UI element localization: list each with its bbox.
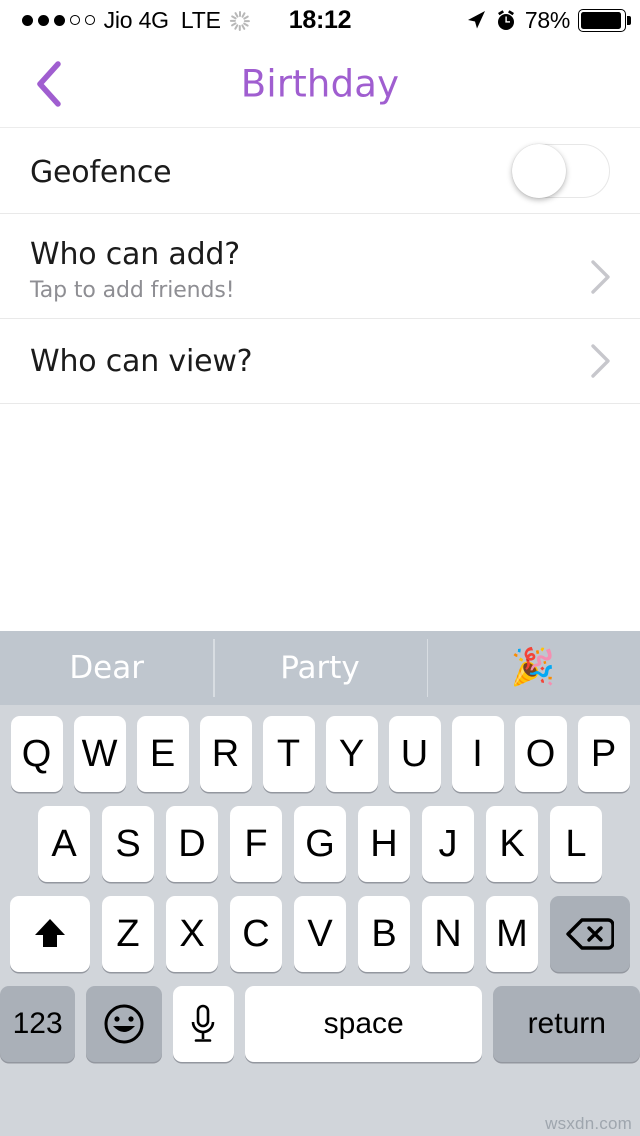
key-v[interactable]: V xyxy=(294,896,346,972)
key-o[interactable]: O xyxy=(514,716,567,792)
shift-arrow-icon xyxy=(35,919,65,947)
geofence-toggle[interactable] xyxy=(512,143,610,198)
battery-percent-label: 78% xyxy=(524,6,570,33)
space-key[interactable]: space xyxy=(244,986,483,1062)
smiley-face-icon xyxy=(104,1004,144,1044)
key-a[interactable]: A xyxy=(38,806,90,882)
chevron-right-icon xyxy=(588,342,614,380)
key-e[interactable]: E xyxy=(136,716,189,792)
keyboard-row-2: A S D F G H J K L xyxy=(0,806,640,882)
settings-row-who-can-add[interactable]: Who can add? Tap to add friends! xyxy=(0,214,640,319)
toggle-knob xyxy=(512,143,566,198)
key-x[interactable]: X xyxy=(166,896,218,972)
microphone-icon xyxy=(191,1004,215,1042)
backspace-delete-icon xyxy=(566,918,614,950)
dictation-key[interactable] xyxy=(172,986,234,1062)
geofence-label: Geofence xyxy=(30,155,172,190)
key-w[interactable]: W xyxy=(73,716,126,792)
key-i[interactable]: I xyxy=(451,716,504,792)
key-p[interactable]: P xyxy=(577,716,630,792)
location-arrow-icon xyxy=(465,9,487,31)
backspace-key[interactable] xyxy=(550,896,630,972)
numbers-key[interactable]: 123 xyxy=(0,986,76,1062)
settings-row-who-can-view[interactable]: Who can view? xyxy=(0,319,640,404)
navigation-bar: Birthday xyxy=(0,40,640,128)
key-r[interactable]: R xyxy=(199,716,252,792)
key-u[interactable]: U xyxy=(388,716,441,792)
chevron-right-icon xyxy=(588,258,614,296)
key-q[interactable]: Q xyxy=(10,716,63,792)
emoji-key[interactable] xyxy=(86,986,162,1062)
prediction-3-emoji[interactable]: 🎉 xyxy=(426,631,640,705)
page-title: Birthday xyxy=(240,62,400,105)
key-m[interactable]: M xyxy=(486,896,538,972)
on-screen-keyboard: Dear Party 🎉 Q W E R T Y U I O P A S D F xyxy=(0,631,640,1136)
key-g[interactable]: G xyxy=(294,806,346,882)
who-can-add-label: Who can add? xyxy=(30,237,240,272)
key-h[interactable]: H xyxy=(358,806,410,882)
status-bar-right: 78% xyxy=(465,0,631,40)
key-l[interactable]: L xyxy=(550,806,602,882)
key-k[interactable]: K xyxy=(486,806,538,882)
prediction-2[interactable]: Party xyxy=(213,631,426,705)
key-n[interactable]: N xyxy=(422,896,474,972)
status-bar: Jio 4G LTE 18:12 78% xyxy=(0,0,640,40)
key-s[interactable]: S xyxy=(102,806,154,882)
key-d[interactable]: D xyxy=(166,806,218,882)
keyboard-row-4: 123 space return xyxy=(0,986,640,1074)
settings-row-geofence[interactable]: Geofence xyxy=(0,128,640,214)
keyboard-rows: Q W E R T Y U I O P A S D F G H J K L Z … xyxy=(0,705,640,1074)
battery-icon xyxy=(578,8,631,32)
who-can-view-label: Who can view? xyxy=(30,344,253,379)
alarm-clock-icon xyxy=(495,9,517,32)
return-key[interactable]: return xyxy=(493,986,640,1062)
key-c[interactable]: C xyxy=(230,896,282,972)
settings-list: Geofence Who can add? Tap to add friends… xyxy=(0,128,640,404)
shift-key[interactable] xyxy=(10,896,90,972)
keyboard-row-3: Z X C V B N M xyxy=(0,896,640,972)
key-t[interactable]: T xyxy=(262,716,315,792)
phone-screen: Jio 4G LTE 18:12 78% Birthday Geofence W… xyxy=(0,0,640,1136)
watermark: wsxdn.com xyxy=(545,1114,632,1133)
key-z[interactable]: Z xyxy=(102,896,154,972)
key-b[interactable]: B xyxy=(358,896,410,972)
key-j[interactable]: J xyxy=(422,806,474,882)
key-f[interactable]: F xyxy=(230,806,282,882)
predictive-text-bar: Dear Party 🎉 xyxy=(0,631,640,705)
prediction-1[interactable]: Dear xyxy=(0,631,213,705)
keyboard-row-1: Q W E R T Y U I O P xyxy=(0,716,640,792)
key-y[interactable]: Y xyxy=(325,716,378,792)
who-can-add-subtitle: Tap to add friends! xyxy=(30,278,235,303)
